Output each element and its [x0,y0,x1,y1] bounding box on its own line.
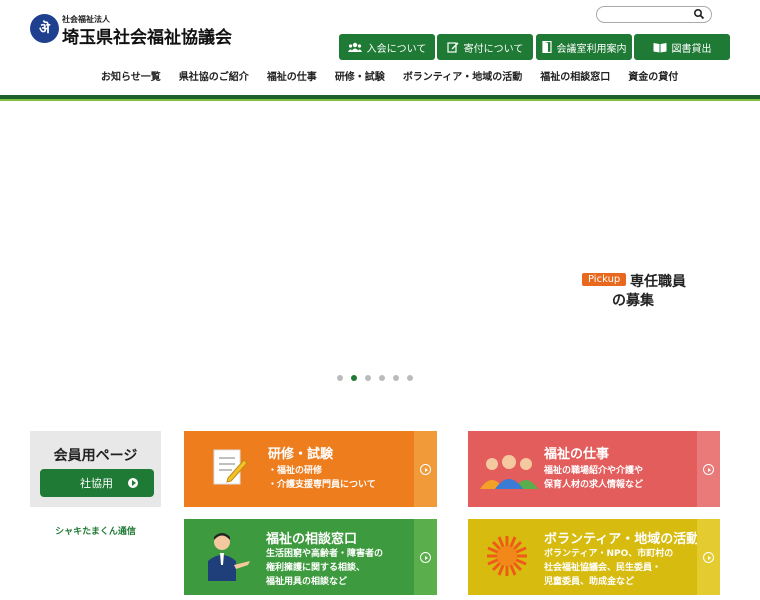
card-jobs-desc: 福祉の職場紹介や介護や 保育人材の求人情報など [544,466,644,490]
slider-dot[interactable] [337,375,343,381]
nav-item-consultation[interactable]: 福祉の相談窓口 [531,68,619,83]
card-volunteer[interactable]: ボランティア・地域の活動 ボランティア・NPO、市町村の 社会福祉協議会、民生委員… [468,519,720,595]
donation-button[interactable]: 寄付について [437,34,533,60]
card-consultation-title: 福祉の相談窓口 [266,532,358,547]
card-jobs[interactable]: 福祉の仕事 福祉の職場紹介や介護や 保育人材の求人情報など [468,431,720,507]
card-volunteer-title: ボランティア・地域の活動 [544,532,700,547]
card-consultation-arrow[interactable] [414,519,437,595]
card-volunteer-desc: ボランティア・NPO、市町村の 社会福祉協議会、民生委員・ 児童委員、助成金など [544,549,674,587]
nav-item-training[interactable]: 研修・試験 [326,68,394,83]
main-nav: お知らせ一覧 県社協のご紹介 福祉の仕事 研修・試験 ボランティア・地域の活動 … [92,68,678,83]
card-jobs-arrow[interactable] [697,431,720,507]
people-icon [347,42,362,52]
donation-button-label: 寄付について [463,43,524,55]
pickup-title-line2[interactable]: の募集 [612,290,654,310]
pickup-badge: Pickup [582,273,627,286]
library-button[interactable]: 図書貸出 [634,34,730,60]
join-button[interactable]: 入会について [339,34,435,60]
document-edit-icon [213,449,248,485]
slider-dots [337,375,413,381]
meeting-room-button[interactable]: 会議室利用案内 [536,34,632,60]
card-training-desc: ・福祉の研修 ・介護支援専門員について [268,466,376,490]
nav-item-loans[interactable]: 資金の貸付 [619,68,687,83]
member-login-button[interactable]: 社協用 [40,469,154,497]
header-divider-accent [0,99,760,101]
join-button-label: 入会について [366,43,427,55]
logo-mark[interactable]: ऄ [30,14,59,43]
card-jobs-title: 福祉の仕事 [544,447,610,462]
nav-item-volunteer[interactable]: ボランティア・地域の活動 [394,68,531,83]
search-input[interactable] [605,13,695,26]
book-icon [653,42,666,52]
search-box [596,6,712,26]
member-page-title: 会員用ページ [53,448,138,464]
sun-icon [487,536,527,576]
arrow-right-icon [420,464,431,475]
card-volunteer-arrow[interactable] [697,519,720,595]
arrow-right-icon [128,478,138,488]
edit-icon [447,42,459,53]
workers-icon [480,455,538,489]
pickup-title[interactable]: 専任職員 [630,271,686,291]
nav-item-news[interactable]: お知らせ一覧 [92,68,170,83]
slider-dot[interactable] [379,375,385,381]
nav-item-jobs[interactable]: 福祉の仕事 [258,68,326,83]
arrow-right-icon [703,464,714,475]
door-icon [541,41,552,53]
card-consultation-desc: 生活困窮や高齢者・障害者の 権利擁護に関する相談、 福祉用具の相談など [266,549,384,587]
slider-dot[interactable] [407,375,413,381]
member-login-label: 社協用 [80,477,113,490]
card-training-arrow[interactable] [414,431,437,507]
arrow-right-icon [703,552,714,563]
slider-dot-active[interactable] [351,375,357,381]
library-button-label: 図書貸出 [671,43,712,55]
slider-dot[interactable] [365,375,371,381]
nav-item-about[interactable]: 県社協のご紹介 [170,68,258,83]
org-name[interactable]: 埼玉県社会福祉協議会 [62,23,232,48]
search-icon[interactable] [693,8,705,20]
card-consultation[interactable]: 福祉の相談窓口 生活困窮や高齢者・障害者の 権利擁護に関する相談、 福祉用具の相談な… [184,519,437,595]
consultant-icon [208,533,250,581]
card-training[interactable]: 研修・試験 ・福祉の研修 ・介護支援専門員について [184,431,437,507]
newsletter-link[interactable]: シャキたまくん通信 [30,524,161,537]
arrow-right-icon [420,552,431,563]
meeting-room-button-label: 会議室利用案内 [556,43,627,55]
slider-dot[interactable] [393,375,399,381]
member-page-box: 会員用ページ 社協用 [30,431,161,507]
card-training-title: 研修・試験 [268,447,334,462]
